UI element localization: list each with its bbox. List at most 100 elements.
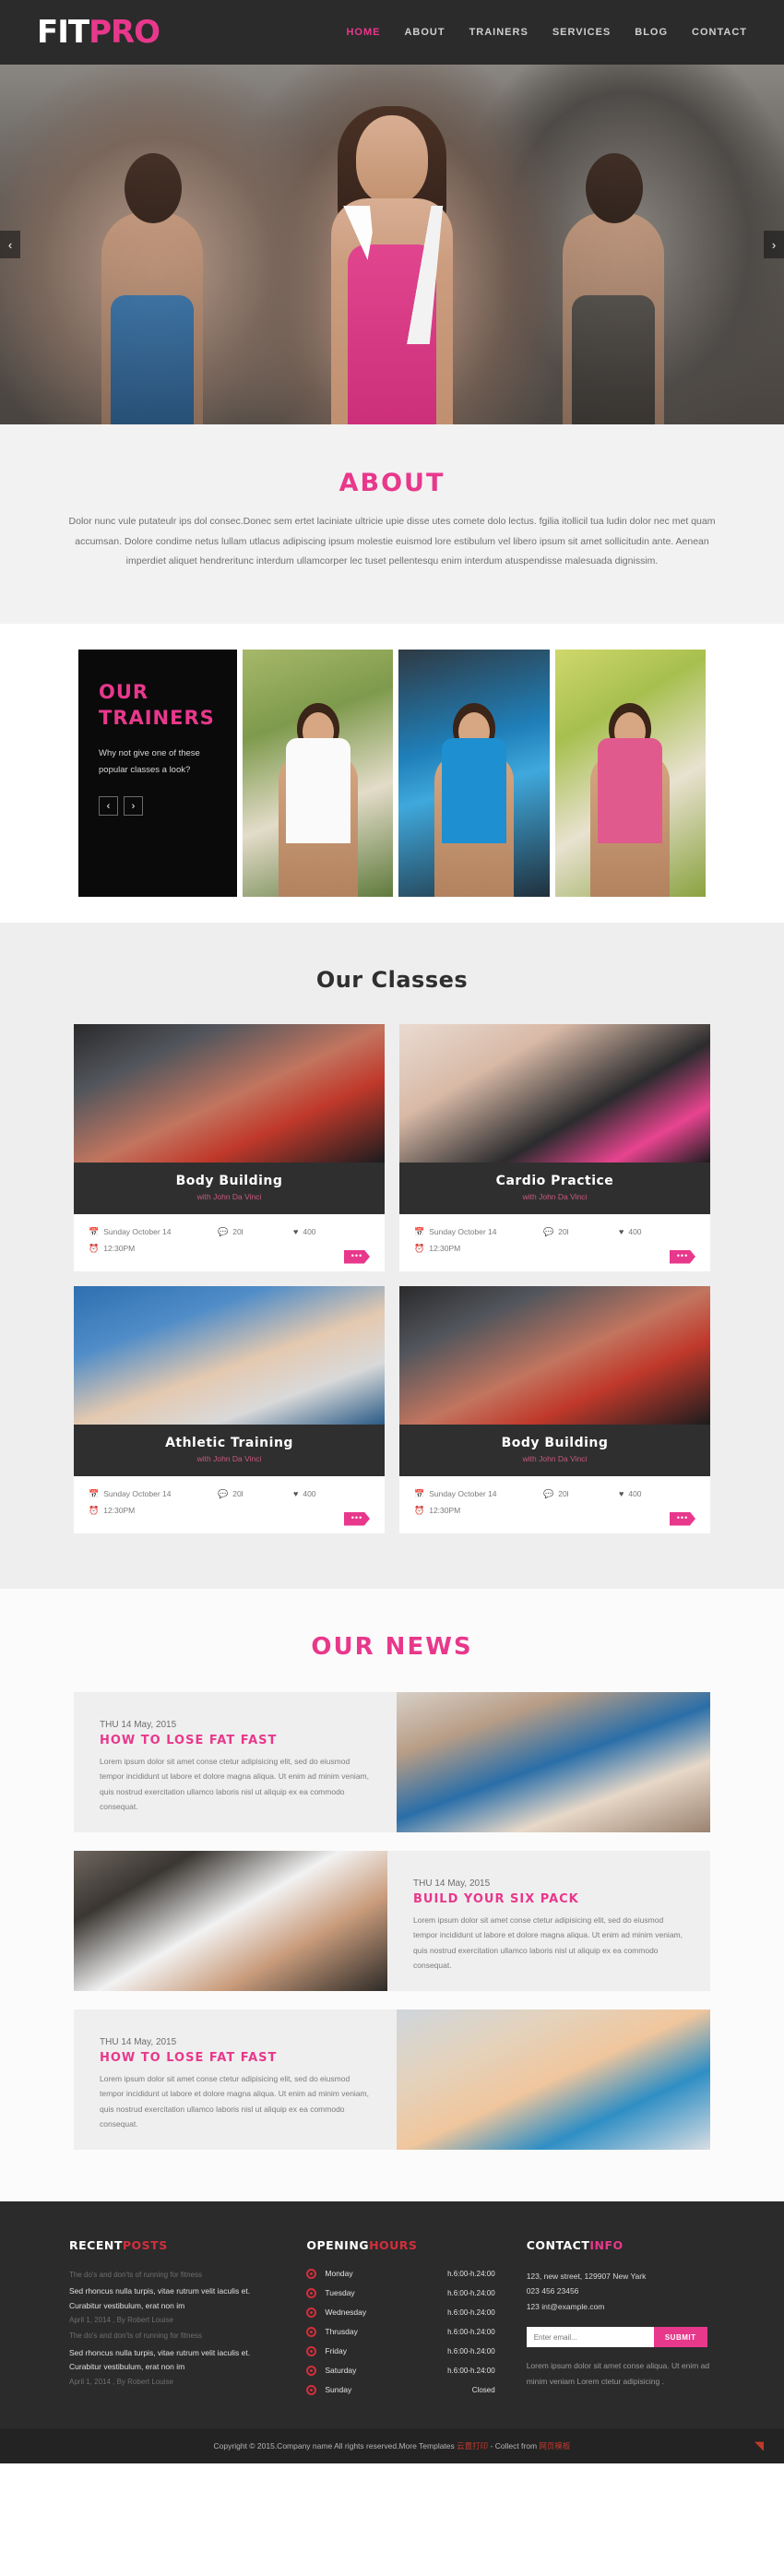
nav-item-services[interactable]: SERVICES	[552, 27, 611, 38]
hours-day: Monday	[325, 2269, 353, 2279]
class-caption: Athletic Training with John Da Vinci	[74, 1424, 385, 1476]
hours-day: Wednesday	[325, 2308, 367, 2318]
class-instructor: with John Da Vinci	[196, 1191, 262, 1201]
calendar-icon: 📅	[414, 1488, 425, 1498]
news-headline[interactable]: BUILD YOUR SIX PACK	[413, 1892, 684, 1906]
bullet-icon	[306, 2384, 317, 2395]
class-card[interactable]: Body Building with John Da Vinci 📅 Sunday…	[74, 1023, 385, 1271]
recent-post-item[interactable]: The do's and don'ts of running for fitne…	[69, 2269, 275, 2325]
news-section: OUR NEWS THU 14 May, 2015 HOW TO LOSE FA…	[0, 1588, 784, 2201]
copyright-bar: Copyright © 2015.Company name All rights…	[0, 2427, 784, 2463]
logo-pro-text: PRO	[89, 14, 160, 51]
site-header: FITPRO HOME ABOUT TRAINERS SERVICES BLOG…	[0, 0, 784, 65]
news-excerpt: Lorem ipsum dolor sit amet conse ctetur …	[100, 1756, 369, 1812]
class-likes: 400	[628, 1489, 642, 1499]
hero-next-arrow-icon[interactable]: ›	[764, 231, 784, 258]
site-logo[interactable]: FITPRO	[37, 14, 160, 51]
trainers-title-line1: OUR	[99, 680, 149, 703]
news-item[interactable]: THU 14 May, 2015 HOW TO LOSE FAT FAST Lo…	[74, 2009, 710, 2150]
class-meta: 📅 Sunday October 14 💬 20l ♥ 400 ⏰ 12:30PM ••…	[399, 1214, 710, 1271]
class-time: 12:30PM	[429, 1505, 461, 1515]
nav-item-about[interactable]: ABOUT	[404, 27, 445, 38]
about-section: ABOUT Dolor nunc vule putateulr ips dol …	[0, 424, 784, 624]
clock-icon: ⏰	[89, 1243, 100, 1253]
news-excerpt: Lorem ipsum dolor sit amet conse ctetur …	[100, 2073, 369, 2129]
class-meta: 📅 Sunday October 14 💬 20l ♥ 400 ⏰ 12:30PM ••…	[74, 1476, 385, 1533]
trainers-arrow-group: ‹ ›	[99, 796, 217, 817]
scroll-to-top-icon[interactable]: ◥	[754, 2439, 764, 2453]
class-comments: 20l	[232, 1226, 244, 1236]
recent-post-meta: April 1, 2014 , By Robert Louise	[69, 2378, 173, 2387]
class-comments: 20l	[232, 1488, 244, 1498]
classes-section: Our Classes Body Building with John Da V…	[0, 922, 784, 1589]
trainer-photo-2[interactable]	[398, 649, 550, 897]
trainer-photo-3[interactable]	[554, 649, 706, 897]
bullet-icon	[306, 2307, 317, 2318]
email-input[interactable]	[526, 2327, 654, 2348]
calendar-icon: 📅	[89, 1226, 100, 1236]
copyright-text-mid: - Collect from	[488, 2440, 540, 2451]
class-card[interactable]: Cardio Practice with John Da Vinci 📅 Sund…	[399, 1023, 710, 1271]
news-headline[interactable]: HOW TO LOSE FAT FAST	[100, 1734, 371, 1747]
footer-opening-hours: OPENINGHOURS Monday h.6:00-h.24:00 Tuesd…	[306, 2237, 495, 2404]
nav-item-home[interactable]: HOME	[346, 27, 380, 38]
trainers-carousel: OUR TRAINERS Why not give one of these p…	[78, 649, 706, 897]
main-navigation: HOME ABOUT TRAINERS SERVICES BLOG CONTAC…	[346, 27, 747, 38]
hours-row: Saturday h.6:00-h.24:00	[306, 2365, 495, 2376]
opening-hours-heading-b: HOURS	[369, 2237, 418, 2252]
nav-item-trainers[interactable]: TRAINERS	[469, 27, 529, 38]
bullet-icon	[306, 2268, 317, 2279]
trainers-next-arrow-icon[interactable]: ›	[124, 796, 143, 817]
contact-email: 123 int@example.com	[526, 2301, 605, 2311]
trainers-prev-arrow-icon[interactable]: ‹	[99, 796, 118, 817]
fitpro-landing-page: FITPRO HOME ABOUT TRAINERS SERVICES BLOG…	[0, 0, 784, 2463]
news-image	[397, 1691, 710, 1832]
hours-day: Thrusday	[325, 2327, 358, 2337]
trainer-photo-1[interactable]	[243, 649, 394, 897]
about-paragraph: Dolor nunc vule putateulr ips dol consec…	[68, 516, 716, 567]
clock-icon: ⏰	[89, 1505, 100, 1515]
hours-time: h.6:00-h.24:00	[447, 2308, 495, 2317]
heart-icon: ♥	[619, 1227, 624, 1237]
hero-prev-arrow-icon[interactable]: ‹	[0, 231, 20, 258]
class-date: Sunday October 14	[103, 1488, 172, 1498]
hours-row: Thrusday h.6:00-h.24:00	[306, 2326, 495, 2337]
hours-time: h.6:00-h.24:00	[447, 2288, 495, 2297]
recent-post-title: Sed rhoncus nulla turpis, vitae rutrum v…	[69, 2285, 251, 2310]
hours-time: Closed	[471, 2385, 495, 2394]
news-item[interactable]: THU 14 May, 2015 HOW TO LOSE FAT FAST Lo…	[74, 1691, 710, 1832]
about-title: ABOUT	[339, 469, 445, 497]
class-card[interactable]: Athletic Training with John Da Vinci 📅 Su…	[74, 1285, 385, 1533]
class-time: 12:30PM	[103, 1505, 136, 1515]
class-time: 12:30PM	[103, 1243, 136, 1253]
class-instructor: with John Da Vinci	[196, 1453, 262, 1463]
news-headline[interactable]: HOW TO LOSE FAT FAST	[100, 2051, 371, 2065]
class-date: Sunday October 14	[103, 1226, 172, 1236]
hours-time: h.6:00-h.24:00	[447, 2269, 495, 2278]
recent-post-item[interactable]: The do's and don'ts of running for fitne…	[69, 2330, 275, 2386]
recent-posts-heading: RECENTPOSTS	[69, 2238, 275, 2252]
class-instructor: with John Da Vinci	[522, 1191, 588, 1201]
news-body: THU 14 May, 2015 BUILD YOUR SIX PACK Lor…	[387, 1851, 710, 1991]
copyright-link-1[interactable]: 云置打印	[457, 2441, 488, 2451]
hero-slider: ‹ ›	[0, 65, 784, 424]
news-item[interactable]: THU 14 May, 2015 BUILD YOUR SIX PACK Lor…	[74, 1850, 710, 1991]
bullet-icon	[306, 2365, 317, 2376]
class-image	[399, 1023, 710, 1163]
contact-info-heading-a: CONTACT	[526, 2237, 590, 2252]
hours-row: Friday h.6:00-h.24:00	[306, 2345, 495, 2356]
nav-item-contact[interactable]: CONTACT	[692, 27, 747, 38]
nav-item-blog[interactable]: BLOG	[635, 27, 668, 38]
class-card[interactable]: Body Building with John Da Vinci 📅 Sunday…	[399, 1285, 710, 1533]
news-image	[74, 1850, 387, 1991]
copyright-link-2[interactable]: 网页模板	[539, 2441, 570, 2451]
heart-icon: ♥	[293, 1227, 299, 1237]
submit-button[interactable]: SUBMIT	[653, 2327, 707, 2348]
hours-row: Sunday Closed	[306, 2384, 495, 2395]
recent-post-subtitle: The do's and don'ts of running for fitne…	[69, 2270, 203, 2279]
news-date: THU 14 May, 2015	[100, 1719, 177, 1730]
class-time: 12:30PM	[429, 1243, 461, 1253]
hours-row: Tuesday h.6:00-h.24:00	[306, 2287, 495, 2298]
hours-day: Saturday	[325, 2366, 357, 2376]
site-footer: RECENTPOSTS The do's and don'ts of runni…	[0, 2200, 784, 2428]
